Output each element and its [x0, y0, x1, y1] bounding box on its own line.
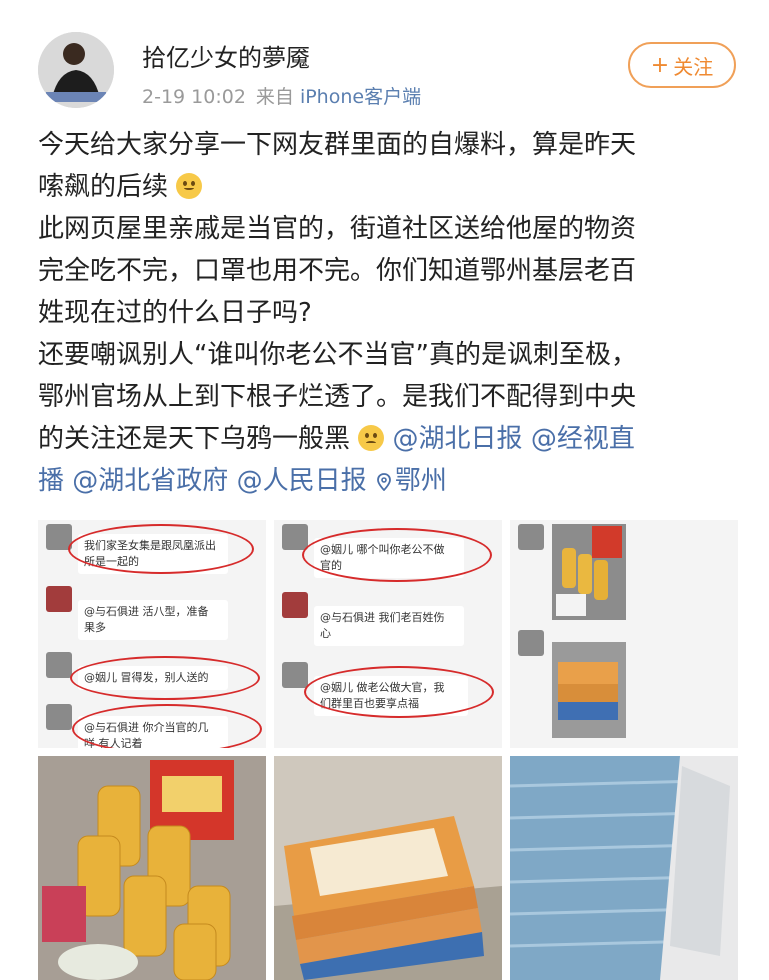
- image-rice-bags[interactable]: [274, 756, 502, 980]
- post-content: 今天给大家分享一下网友群里面的自爆料，算是昨天 嗦飙的后续 此网页屋里亲戚是当官…: [38, 124, 738, 502]
- photo-rice-bags-large: [274, 756, 502, 980]
- paragraph-1: 今天给大家分享一下网友群里面的自爆料，算是昨天 嗦飙的后续: [38, 124, 738, 208]
- photo-oil-bottles: [552, 524, 626, 620]
- image-chat-screenshot-1[interactable]: 我们家圣女集是跟凤凰派出所是一起的 @与石俱进 活八型，准备 果多 @姻儿 冒得发…: [38, 520, 266, 748]
- annotation-circle: [302, 528, 492, 582]
- location-link[interactable]: 鄂州: [375, 466, 447, 496]
- paragraph-2: 此网页屋里亲戚是当官的，街道社区送给他屋的物资 完全吃不完，口罩也用不完。你们知…: [38, 208, 738, 334]
- image-cooking-oil[interactable]: [38, 756, 266, 980]
- chat-avatar: [46, 586, 72, 612]
- image-grid: 我们家圣女集是跟凤凰派出所是一起的 @与石俱进 活八型，准备 果多 @姻儿 冒得发…: [38, 520, 738, 980]
- chat-bubble: @与石俱进 我们老百姓伤心: [314, 606, 464, 646]
- smirk-emoji-icon: [176, 173, 203, 199]
- text-line: 今天给大家分享一下网友群里面的自爆料，算是昨天: [38, 130, 637, 160]
- post-source-client[interactable]: iPhone客户端: [300, 86, 421, 108]
- image-chat-screenshot-3[interactable]: [510, 520, 738, 748]
- avatar-image: [38, 32, 114, 108]
- annotation-circle: [70, 656, 260, 700]
- mention-jingshi[interactable]: @经视直: [531, 424, 635, 454]
- annotation-circle: [68, 524, 254, 574]
- text-line: 还要嘲讽别人“谁叫你老公不当官”真的是讽刺至极，: [38, 340, 637, 370]
- location-pin-icon: [375, 462, 393, 492]
- mention-hubei-daily[interactable]: @湖北日报: [393, 424, 523, 454]
- text-line: 此网页屋里亲戚是当官的，街道社区送给他屋的物资: [38, 214, 637, 244]
- paragraph-3: 还要嘲讽别人“谁叫你老公不当官”真的是讽刺至极， 鄂州官场从上到下根子烂透了。是…: [38, 334, 738, 502]
- sad-emoji-icon: [358, 425, 385, 451]
- chat-avatar: [46, 652, 72, 678]
- mention-hubei-gov[interactable]: @湖北省政府: [72, 466, 228, 496]
- text-line: 嗦飙的后续: [38, 172, 169, 202]
- follow-button[interactable]: + 关注: [628, 42, 736, 88]
- follow-label: 关注: [673, 54, 714, 79]
- annotation-circle: [72, 704, 262, 748]
- text-line: 鄂州官场从上到下根子烂透了。是我们不配得到中央: [38, 382, 637, 412]
- text-line: 完全吃不完，口罩也用不完。你们知道鄂州基层老百: [38, 256, 637, 286]
- post-meta: 2-19 10:02 来自 iPhone客户端: [142, 82, 421, 109]
- image-chat-screenshot-2[interactable]: @姻儿 哪个叫你老公不做 官的 @与石俱进 我们老百姓伤心 @姻儿 做老公做大官，…: [274, 520, 502, 748]
- post-time: 2-19 10:02: [142, 86, 246, 108]
- location-label: 鄂州: [394, 466, 447, 496]
- post-header: 拾亿少女的夢魇 2-19 10:02 来自 iPhone客户端 + 关注: [0, 0, 769, 118]
- post-source-prefix: 来自: [255, 86, 294, 108]
- plus-icon: +: [650, 52, 670, 78]
- photo-rice-bags: [552, 642, 626, 738]
- photo-cooking-oil: [38, 756, 266, 980]
- weibo-post: 拾亿少女的夢魇 2-19 10:02 来自 iPhone客户端 + 关注 今天给大家…: [0, 0, 769, 980]
- text-line: 的关注还是天下乌鸦一般黑: [38, 424, 351, 454]
- author-name[interactable]: 拾亿少女的夢魇: [142, 38, 310, 73]
- text-line: 姓现在过的什么日子吗?: [38, 298, 312, 328]
- avatar[interactable]: [38, 32, 114, 108]
- chat-bubble: @与石俱进 活八型，准备 果多: [78, 600, 228, 640]
- chat-avatar: [282, 524, 308, 550]
- chat-avatar: [282, 592, 308, 618]
- chat-avatar: [518, 630, 544, 656]
- chat-avatar: [46, 704, 72, 730]
- chat-avatar: [282, 662, 308, 688]
- mention-jingshi-cont[interactable]: 播: [38, 466, 64, 496]
- mention-peoples-daily[interactable]: @人民日报: [237, 466, 367, 496]
- annotation-circle: [304, 666, 494, 718]
- chat-avatar: [518, 524, 544, 550]
- photo-face-masks: [510, 756, 738, 980]
- image-face-masks[interactable]: [510, 756, 738, 980]
